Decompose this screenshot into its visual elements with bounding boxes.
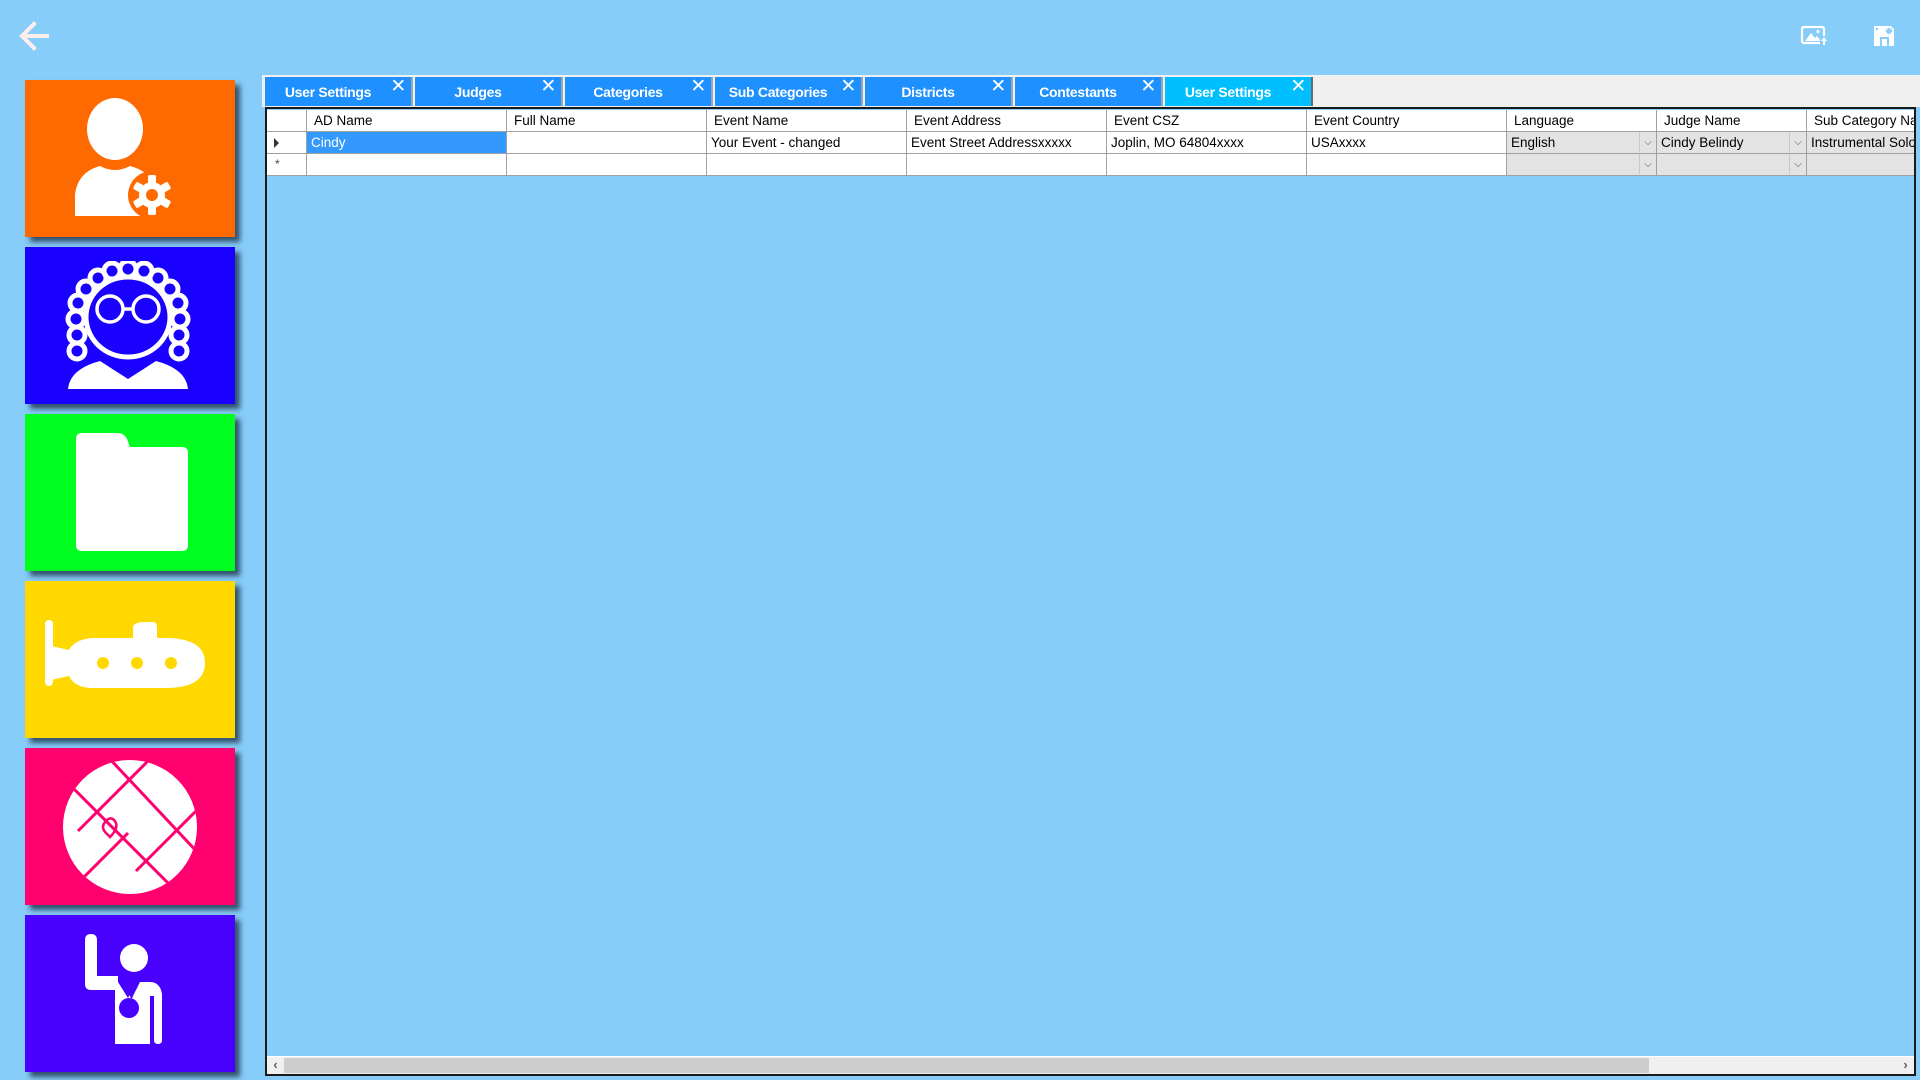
- tab-label: Categories: [593, 83, 663, 100]
- cell-ad-name[interactable]: [307, 154, 507, 176]
- tab-label: Contestants: [1039, 83, 1117, 100]
- scroll-left-icon[interactable]: ‹: [267, 1057, 284, 1074]
- tab-close-icon[interactable]: ✕: [540, 77, 556, 97]
- tab-close-icon[interactable]: ✕: [690, 77, 706, 97]
- map-icon: [63, 759, 197, 894]
- back-button[interactable]: [14, 18, 54, 54]
- cell-judge-name-combo[interactable]: Cindy Belindy ⌵: [1657, 132, 1807, 154]
- column-header[interactable]: Event Address: [907, 110, 1107, 132]
- chevron-down-icon[interactable]: ⌵: [1789, 154, 1806, 174]
- column-header[interactable]: Judge Name: [1657, 110, 1807, 132]
- tab-close-icon[interactable]: ✕: [1140, 77, 1156, 97]
- tile-categories[interactable]: [25, 414, 235, 571]
- row-header-corner[interactable]: [267, 110, 307, 132]
- tab-close-icon[interactable]: ✕: [990, 77, 1006, 97]
- tab-label: Districts: [901, 83, 955, 100]
- cell-full-name[interactable]: [507, 132, 707, 154]
- table-row-new[interactable]: * ⌵ ⌵: [267, 154, 1914, 176]
- tile-judges[interactable]: [25, 247, 235, 404]
- column-header[interactable]: AD Name: [307, 110, 507, 132]
- column-header[interactable]: Event Country: [1307, 110, 1507, 132]
- cell-sub-category-combo[interactable]: Instrumental Solo: [1807, 132, 1916, 154]
- horizontal-scrollbar[interactable]: ‹ ›: [267, 1056, 1914, 1074]
- user-gear-icon: [75, 97, 176, 219]
- cell-language-combo[interactable]: English ⌵: [1507, 132, 1657, 154]
- tab-label: User Settings: [284, 83, 372, 100]
- column-header[interactable]: Sub Category Na: [1807, 110, 1914, 132]
- tab-strip: User Settings ✕ Judges ✕ Categories ✕ Su…: [262, 75, 1920, 107]
- column-header[interactable]: Event Name: [707, 110, 907, 132]
- tab-user-settings-active[interactable]: User Settings ✕: [1165, 77, 1313, 106]
- cell-event-country[interactable]: [1307, 154, 1507, 176]
- grid-header-row: AD Name Full Name Event Name Event Addre…: [267, 110, 1914, 132]
- cell-judge-name-combo[interactable]: ⌵: [1657, 154, 1807, 176]
- chevron-down-icon[interactable]: ⌵: [1639, 154, 1656, 174]
- row-header[interactable]: *: [267, 154, 307, 176]
- chevron-down-icon[interactable]: ⌵: [1639, 132, 1656, 152]
- scroll-right-icon[interactable]: ›: [1897, 1057, 1914, 1074]
- tab-judges[interactable]: Judges ✕: [415, 77, 563, 106]
- tab-label: User Settings: [1184, 83, 1272, 100]
- image-export-icon: [1800, 25, 1828, 46]
- export-image-button[interactable]: [1800, 24, 1830, 48]
- tab-close-icon[interactable]: ✕: [840, 77, 856, 97]
- cell-event-address[interactable]: [907, 154, 1107, 176]
- current-row-indicator-icon: [274, 138, 279, 148]
- tab-districts[interactable]: Districts ✕: [865, 77, 1013, 106]
- judge-wig-icon: [65, 260, 191, 389]
- cell-event-csz[interactable]: Joplin, MO 64804xxxx: [1107, 132, 1307, 154]
- tab-label: Sub Categories: [728, 83, 828, 100]
- cell-sub-category-combo[interactable]: [1807, 154, 1914, 176]
- cell-event-name[interactable]: Your Event - changed: [707, 132, 907, 154]
- tab-categories[interactable]: Categories ✕: [565, 77, 713, 106]
- data-grid: AD Name Full Name Event Name Event Addre…: [265, 107, 1916, 1076]
- combo-value: Instrumental Solo: [1811, 135, 1916, 150]
- tab-label: Judges: [454, 83, 502, 100]
- tile-sub-categories[interactable]: [25, 581, 235, 738]
- tab-user-settings[interactable]: User Settings ✕: [265, 77, 413, 106]
- cell-full-name[interactable]: [507, 154, 707, 176]
- chevron-down-icon[interactable]: ⌵: [1789, 132, 1806, 152]
- combo-value: Cindy Belindy: [1661, 135, 1744, 150]
- tile-user-settings[interactable]: [25, 80, 235, 237]
- scrollbar-thumb[interactable]: [284, 1058, 1649, 1073]
- cell-event-name[interactable]: [707, 154, 907, 176]
- new-row-icon: *: [275, 157, 280, 171]
- arrow-left-icon: [19, 21, 49, 51]
- submarine-icon: [45, 619, 205, 688]
- tab-sub-categories[interactable]: Sub Categories ✕: [715, 77, 863, 106]
- column-header[interactable]: Event CSZ: [1107, 110, 1307, 132]
- row-header[interactable]: [267, 132, 307, 154]
- cell-language-combo[interactable]: ⌵: [1507, 154, 1657, 176]
- tab-contestants[interactable]: Contestants ✕: [1015, 77, 1163, 106]
- column-header[interactable]: Language: [1507, 110, 1657, 132]
- cell-event-csz[interactable]: [1107, 154, 1307, 176]
- cell-ad-name[interactable]: Cindy: [307, 132, 507, 154]
- save-floppy-icon: [1874, 26, 1894, 46]
- folder-icon: [76, 432, 188, 551]
- cell-event-address[interactable]: Event Street Addressxxxxx: [907, 132, 1107, 154]
- table-row[interactable]: Cindy Your Event - changed Event Street …: [267, 132, 1916, 154]
- tab-close-icon[interactable]: ✕: [1290, 77, 1306, 97]
- contestant-medal-icon: [85, 933, 162, 1044]
- tile-contestants[interactable]: [25, 915, 235, 1072]
- tile-districts[interactable]: [25, 748, 235, 905]
- combo-value: English: [1511, 135, 1556, 150]
- cell-event-country[interactable]: USAxxxx: [1307, 132, 1507, 154]
- save-button[interactable]: [1872, 24, 1896, 48]
- tab-close-icon[interactable]: ✕: [390, 77, 406, 97]
- column-header[interactable]: Full Name: [507, 110, 707, 132]
